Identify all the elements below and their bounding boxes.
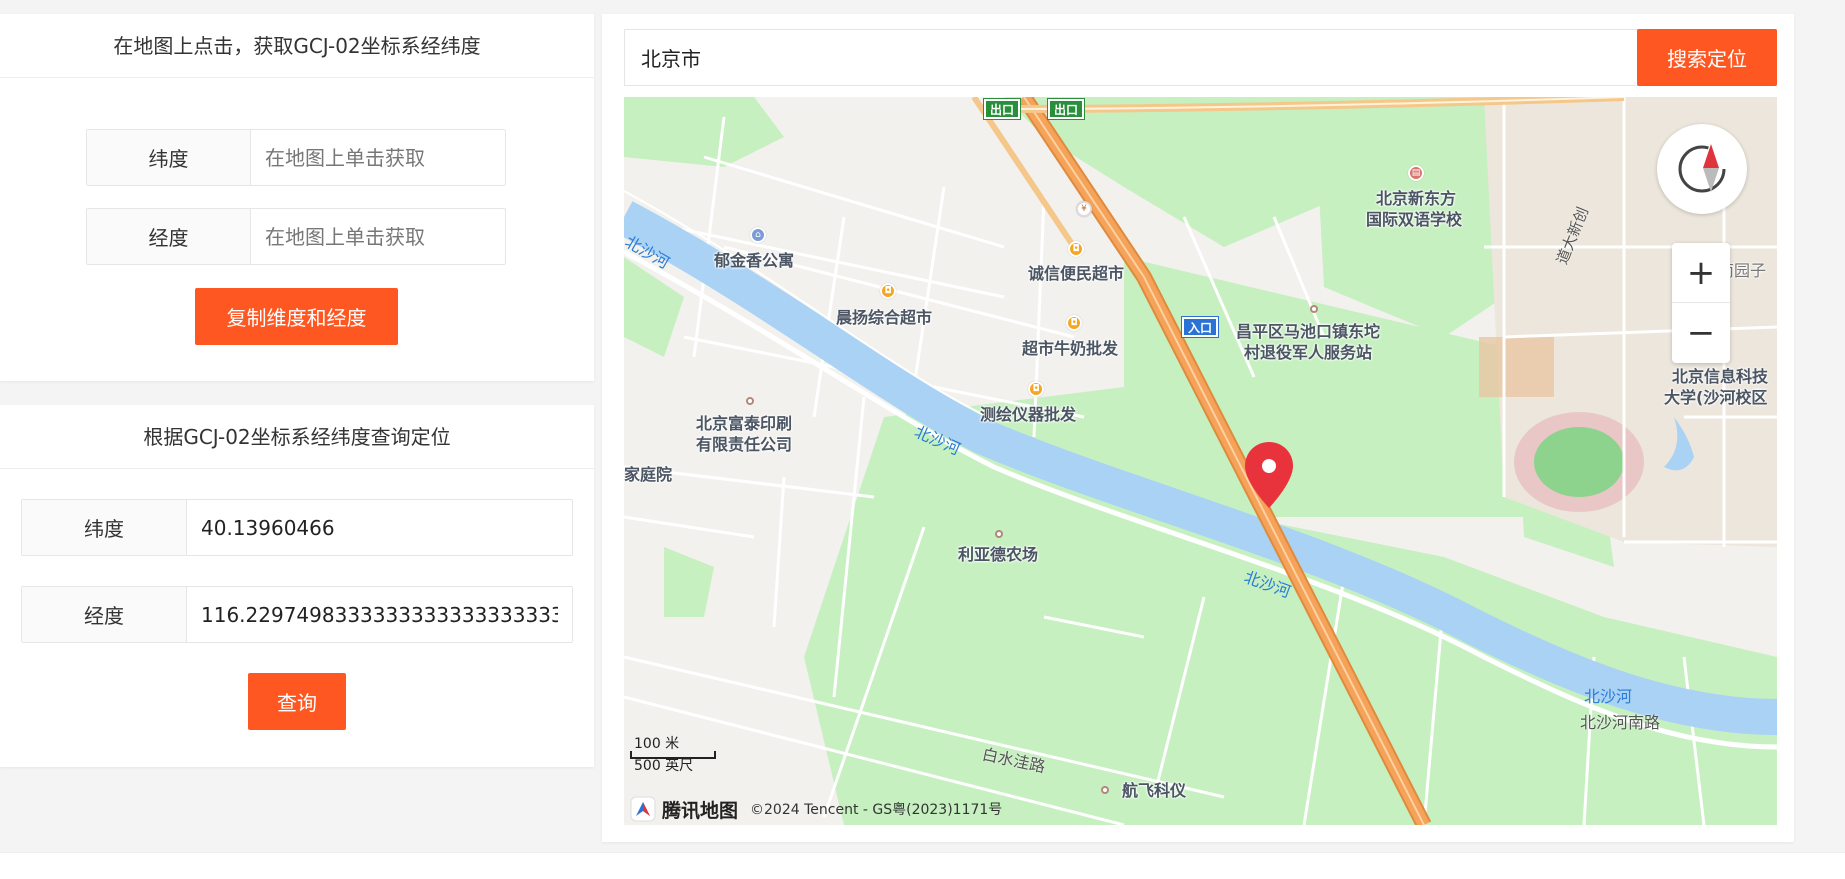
map-label-futai-2: 有限责任公司 [696, 435, 793, 454]
pick-lng-input[interactable] [251, 209, 505, 264]
query-panel: 根据GCJ-02坐标系经纬度查询定位 纬度 经度 查询 [0, 405, 594, 767]
map-label-cehui: 测绘仪器批发 [980, 405, 1077, 424]
compass-control[interactable] [1657, 124, 1747, 214]
zoom-in-button[interactable]: + [1672, 243, 1730, 303]
station-poi-icon [1310, 305, 1318, 313]
copy-coords-button[interactable]: 复制维度和经度 [195, 288, 398, 345]
map-label-niunai: 超市牛奶批发 [1022, 339, 1119, 358]
query-lat-label: 纬度 [22, 500, 187, 555]
shop-poi-icon: ◘ [1028, 381, 1044, 397]
map-label-chengxin: 诚信便民超市 [1028, 264, 1125, 283]
map-label-jiating: 家庭院 [624, 465, 673, 484]
map-label-futai-1: 北京富泰印刷 [696, 414, 793, 433]
map-label-tuiyi-1: 昌平区马池口镇东坨 [1236, 322, 1381, 341]
pick-lng-row: 经度 [86, 208, 506, 265]
search-locate-button[interactable]: 搜索定位 [1637, 29, 1777, 86]
hangfei-poi-icon [1101, 786, 1109, 794]
brand-name: 腾讯地图 [662, 799, 739, 822]
shop-poi-icon: ◘ [1066, 315, 1082, 331]
map-label-tuiyi-2: 村退役军人服务站 [1244, 343, 1373, 362]
search-input[interactable] [625, 45, 1525, 70]
query-lng-label: 经度 [22, 587, 187, 642]
map-label-hangfei: 航飞科仪 [1122, 781, 1187, 800]
scale-imperial: 500 英尺 [634, 758, 694, 774]
query-lat-row: 纬度 [21, 499, 573, 556]
bank-poi-icon: ¥ [1076, 201, 1092, 217]
hotel-poi-icon: ⌂ [750, 227, 766, 243]
scale-metric: 100 米 [634, 736, 680, 752]
road-label-beishahe-south: 北沙河南路 [1580, 713, 1661, 732]
map-label-chenyang: 晨扬综合超市 [836, 308, 933, 327]
pick-panel: 在地图上点击，获取GCJ-02坐标系经纬度 纬度 经度 复制维度和经度 [0, 14, 594, 381]
river-label-4: 北沙河 [1584, 687, 1633, 706]
pick-lat-label: 纬度 [87, 130, 251, 185]
tencent-map-logo-icon [630, 796, 656, 822]
entrance-sign: 入口 [1180, 316, 1220, 338]
map-copyright: ©2024 Tencent - GS粤(2023)1171号 [750, 802, 1003, 818]
bottom-strip [0, 852, 1845, 879]
pick-lng-label: 经度 [87, 209, 251, 264]
search-box [624, 29, 1777, 86]
pick-lat-row: 纬度 [86, 129, 506, 186]
map-canvas[interactable]: 出口 出口 入口 ⌂ ◘ ◘ ◘ ◘ ¥ ▤ 郁金香公寓 诚信便民超市 晨扬综合… [624, 97, 1777, 825]
map-label-xdf-1: 北京新东方 [1376, 189, 1457, 208]
map-brand: 腾讯地图 ©2024 Tencent - GS粤(2023)1171号 [630, 795, 1002, 823]
compass-icon [1678, 144, 1726, 193]
map-label-yujin: 郁金香公寓 [714, 251, 795, 270]
map-label-bist-2: 大学(沙河校区 [1664, 388, 1768, 407]
query-lng-input[interactable] [187, 587, 572, 642]
map-label-xdf-2: 国际双语学校 [1366, 210, 1463, 229]
pick-panel-title: 在地图上点击，获取GCJ-02坐标系经纬度 [0, 14, 594, 78]
exit-sign-2: 出口 [1046, 98, 1086, 120]
shop-poi-icon: ◘ [880, 283, 896, 299]
farm-poi-icon [995, 530, 1003, 538]
query-lng-row: 经度 [21, 586, 573, 643]
map-scale: 100 米 500 英尺 [630, 733, 716, 775]
shop-poi-icon: ◘ [1068, 241, 1084, 257]
query-button[interactable]: 查询 [248, 673, 346, 730]
zoom-control: + − [1672, 243, 1730, 363]
school-poi-icon: ▤ [1408, 165, 1424, 181]
zoom-out-button[interactable]: − [1672, 303, 1730, 363]
company-poi-icon [746, 397, 754, 405]
map-label-bist-1: 北京信息科技 [1672, 367, 1769, 386]
exit-sign-1: 出口 [982, 98, 1022, 120]
map-label-liyade: 利亚德农场 [958, 545, 1039, 564]
pick-lat-input[interactable] [251, 130, 505, 185]
query-panel-title: 根据GCJ-02坐标系经纬度查询定位 [0, 405, 594, 469]
query-lat-input[interactable] [187, 500, 572, 555]
